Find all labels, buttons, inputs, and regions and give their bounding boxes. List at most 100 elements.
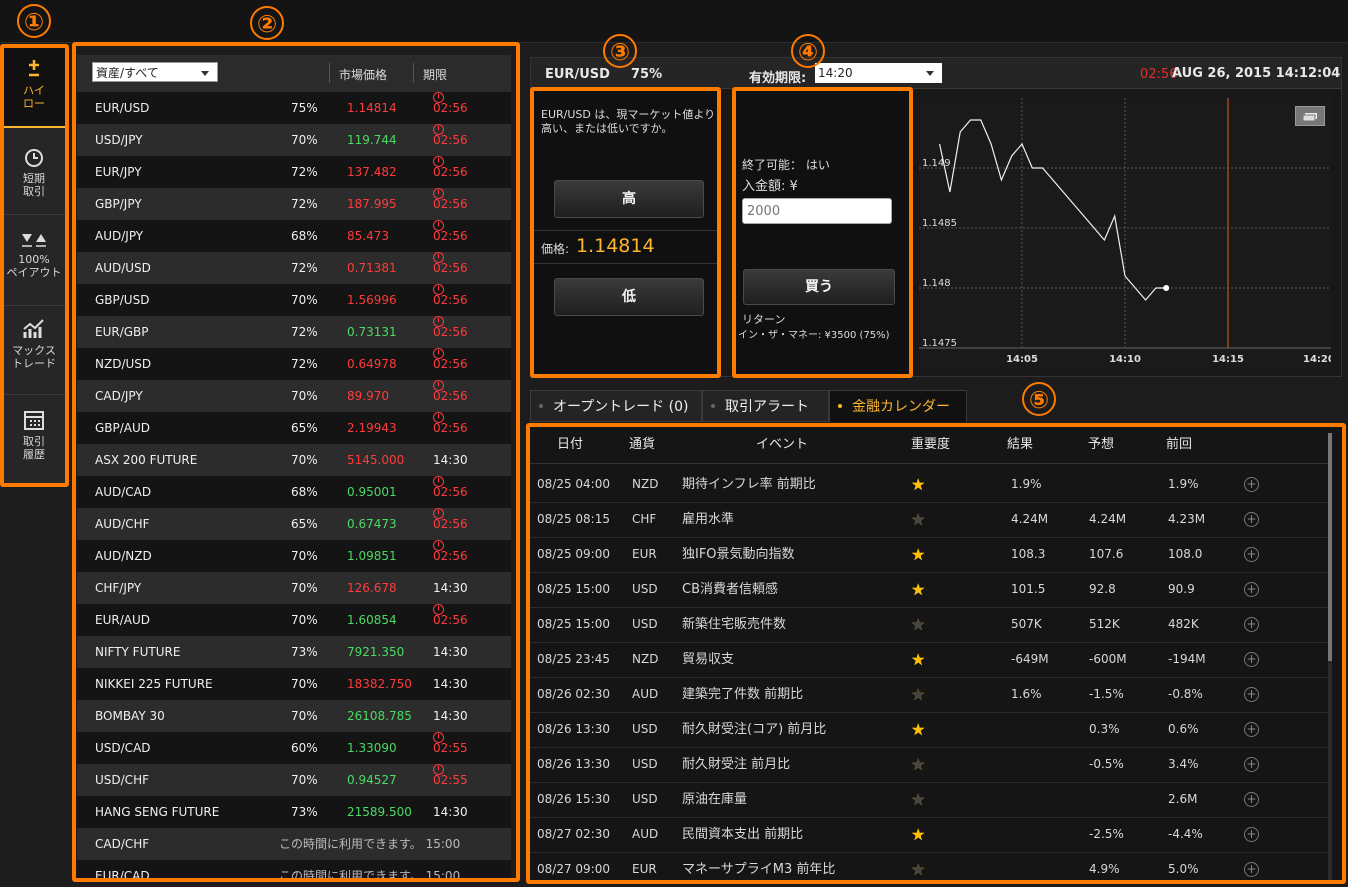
asset-payout: 72% (291, 197, 318, 211)
asset-row[interactable]: NIFTY FUTURE 73% 7921.350 14:30 (77, 636, 511, 668)
add-alert-icon[interactable]: + (1244, 722, 1259, 737)
add-alert-icon[interactable]: + (1244, 547, 1259, 562)
add-alert-icon[interactable]: + (1244, 512, 1259, 527)
asset-row[interactable]: AUD/NZD 70% 1.09851 02:56 (77, 540, 511, 572)
asset-row[interactable]: GBP/USD 70% 1.56996 02:56 (77, 284, 511, 316)
add-alert-icon[interactable]: + (1244, 582, 1259, 597)
expiry-text: 02:56 (433, 325, 468, 339)
add-alert-icon[interactable]: + (1244, 862, 1259, 877)
bottom-tabs: オープントレード (0) 取引アラート 金融カレンダー (530, 390, 1342, 422)
asset-filter-select[interactable]: 資産/すべて (92, 62, 218, 82)
event-name: 貿易収支 (682, 652, 735, 667)
asset-row[interactable]: CHF/JPY 70% 126.678 14:30 (77, 572, 511, 604)
asset-row[interactable]: USD/CAD 60% 1.33090 02:55 (77, 732, 511, 764)
buy-button[interactable]: 買う (743, 269, 895, 305)
scrollbar[interactable] (1328, 433, 1332, 880)
asset-row[interactable]: ASX 200 FUTURE 70% 5145.000 14:30 (77, 444, 511, 476)
tab-open-trades[interactable]: オープントレード (0) (530, 390, 702, 422)
sidebar-item-100-payout[interactable]: 100% ペイアウト (3, 215, 65, 306)
add-alert-icon[interactable]: + (1244, 792, 1259, 807)
asset-price: 1.09851 (347, 549, 397, 563)
asset-row[interactable]: EUR/GBP 72% 0.73131 02:56 (77, 316, 511, 348)
asset-name: EUR/CAD (95, 869, 150, 880)
asset-price: 1.56996 (347, 293, 397, 307)
event-currency: USD (632, 617, 658, 631)
asset-payout: 65% (291, 421, 318, 435)
calendar-row: 08/25 04:00 NZD 期待インフレ率 前期比 ★ ★ ★ 1.9% 1.9% + (530, 467, 1328, 503)
sidebar-item-max-trade[interactable]: マックス トレード (3, 306, 65, 395)
sidebar-item-history[interactable]: 取引 履歴 (3, 395, 65, 483)
asset-price: 137.482 (347, 165, 397, 179)
availability-text: この時間に利用できます。 15:00 (279, 837, 461, 851)
tab-economic-calendar[interactable]: 金融カレンダー (829, 390, 967, 422)
col-header-currency: 通貨 (629, 437, 656, 452)
star-icon: ★ (911, 720, 927, 739)
annotation-number-5: ⑤ (1022, 382, 1056, 416)
add-alert-icon[interactable]: + (1244, 687, 1259, 702)
asset-price: 126.678 (347, 581, 397, 595)
asset-row[interactable]: NIKKEI 225 FUTURE 70% 18382.750 14:30 (77, 668, 511, 700)
asset-row[interactable]: EUR/USD 75% 1.14814 02:56 (77, 92, 511, 124)
event-result: 101.5 (1011, 582, 1046, 596)
event-name: 耐久財受注 前月比 (682, 757, 791, 772)
asset-payout: 68% (291, 229, 318, 243)
high-button[interactable]: 高 (554, 180, 704, 218)
asset-name: GBP/AUD (95, 421, 151, 435)
asset-row[interactable]: GBP/AUD 65% 2.19943 02:56 (77, 412, 511, 444)
asset-row[interactable]: CAD/JPY 70% 89.970 02:56 (77, 380, 511, 412)
event-currency: CHF (632, 512, 657, 526)
divider (532, 263, 718, 264)
col-header-importance: 重要度 (911, 437, 951, 452)
col-header-previous: 前回 (1166, 437, 1193, 452)
asset-row[interactable]: AUD/CAD 68% 0.95001 02:56 (77, 476, 511, 508)
event-forecast: -2.5% (1089, 827, 1124, 841)
asset-row[interactable]: USD/CHF 70% 0.94527 02:55 (77, 764, 511, 796)
event-result: 1.9% (1011, 477, 1042, 491)
asset-payout: 70% (291, 133, 318, 147)
divider (532, 230, 718, 231)
asset-row[interactable]: NZD/USD 72% 0.64978 02:56 (77, 348, 511, 380)
asset-row[interactable]: AUD/JPY 68% 85.473 02:56 (77, 220, 511, 252)
asset-row[interactable]: GBP/JPY 72% 187.995 02:56 (77, 188, 511, 220)
event-previous: 5.0% (1168, 862, 1199, 876)
asset-row[interactable]: EUR/AUD 70% 1.60854 02:56 (77, 604, 511, 636)
sidebar-item-highlow[interactable]: ハイ ロー (3, 48, 65, 128)
asset-row[interactable]: CAD/CHF この時間に利用できます。 15:00 (77, 828, 511, 860)
event-forecast: 0.3% (1089, 722, 1120, 736)
add-alert-icon[interactable]: + (1244, 477, 1259, 492)
asset-price: 0.94527 (347, 773, 397, 787)
return-label: リターン (742, 313, 786, 326)
add-alert-icon[interactable]: + (1244, 652, 1259, 667)
expiry-select[interactable]: 14:20 (815, 63, 942, 83)
asset-row[interactable]: AUD/USD 72% 0.71381 02:56 (77, 252, 511, 284)
asset-payout: 72% (291, 165, 318, 179)
tab-trade-alerts[interactable]: 取引アラート (702, 390, 829, 422)
asset-payout: 70% (291, 677, 318, 691)
asset-row[interactable]: EUR/CAD この時間に利用できます。 15:00 (77, 860, 511, 880)
sidebar-item-label: 100% ペイアウト (6, 253, 62, 279)
expiry-text: 02:56 (433, 517, 468, 531)
asset-row[interactable]: EUR/JPY 72% 137.482 02:56 (77, 156, 511, 188)
chart-toggle-button[interactable] (1295, 106, 1325, 126)
asset-row[interactable]: USD/JPY 70% 119.744 02:56 (77, 124, 511, 156)
asset-row[interactable]: HANG SENG FUTURE 73% 21589.500 14:30 (77, 796, 511, 828)
asset-row[interactable]: BOMBAY 30 70% 26108.785 14:30 (77, 700, 511, 732)
event-previous: 482K (1168, 617, 1199, 631)
expiry-text: 02:56 (433, 357, 468, 371)
amount-input[interactable] (742, 198, 892, 224)
add-alert-icon[interactable]: + (1244, 617, 1259, 632)
low-button[interactable]: 低 (554, 278, 704, 316)
asset-payout: 65% (291, 517, 318, 531)
expiry-text: 02:56 (433, 389, 468, 403)
asset-name: CAD/CHF (95, 837, 150, 851)
asset-row[interactable]: AUD/CHF 65% 0.67473 02:56 (77, 508, 511, 540)
calendar-row: 08/25 09:00 EUR 独IFO景気動向指数 ★ ★ ★ 108.3 107.6 108… (530, 537, 1328, 573)
add-alert-icon[interactable]: + (1244, 827, 1259, 842)
add-alert-icon[interactable]: + (1244, 757, 1259, 772)
asset-name: BOMBAY 30 (95, 709, 165, 723)
asset-price: 5145.000 (347, 453, 405, 467)
asset-price: 187.995 (347, 197, 397, 211)
sidebar-item-short-term[interactable]: 短期 取引 (3, 128, 65, 215)
scrollbar-thumb[interactable] (1328, 433, 1332, 661)
asset-name: EUR/AUD (95, 613, 150, 627)
